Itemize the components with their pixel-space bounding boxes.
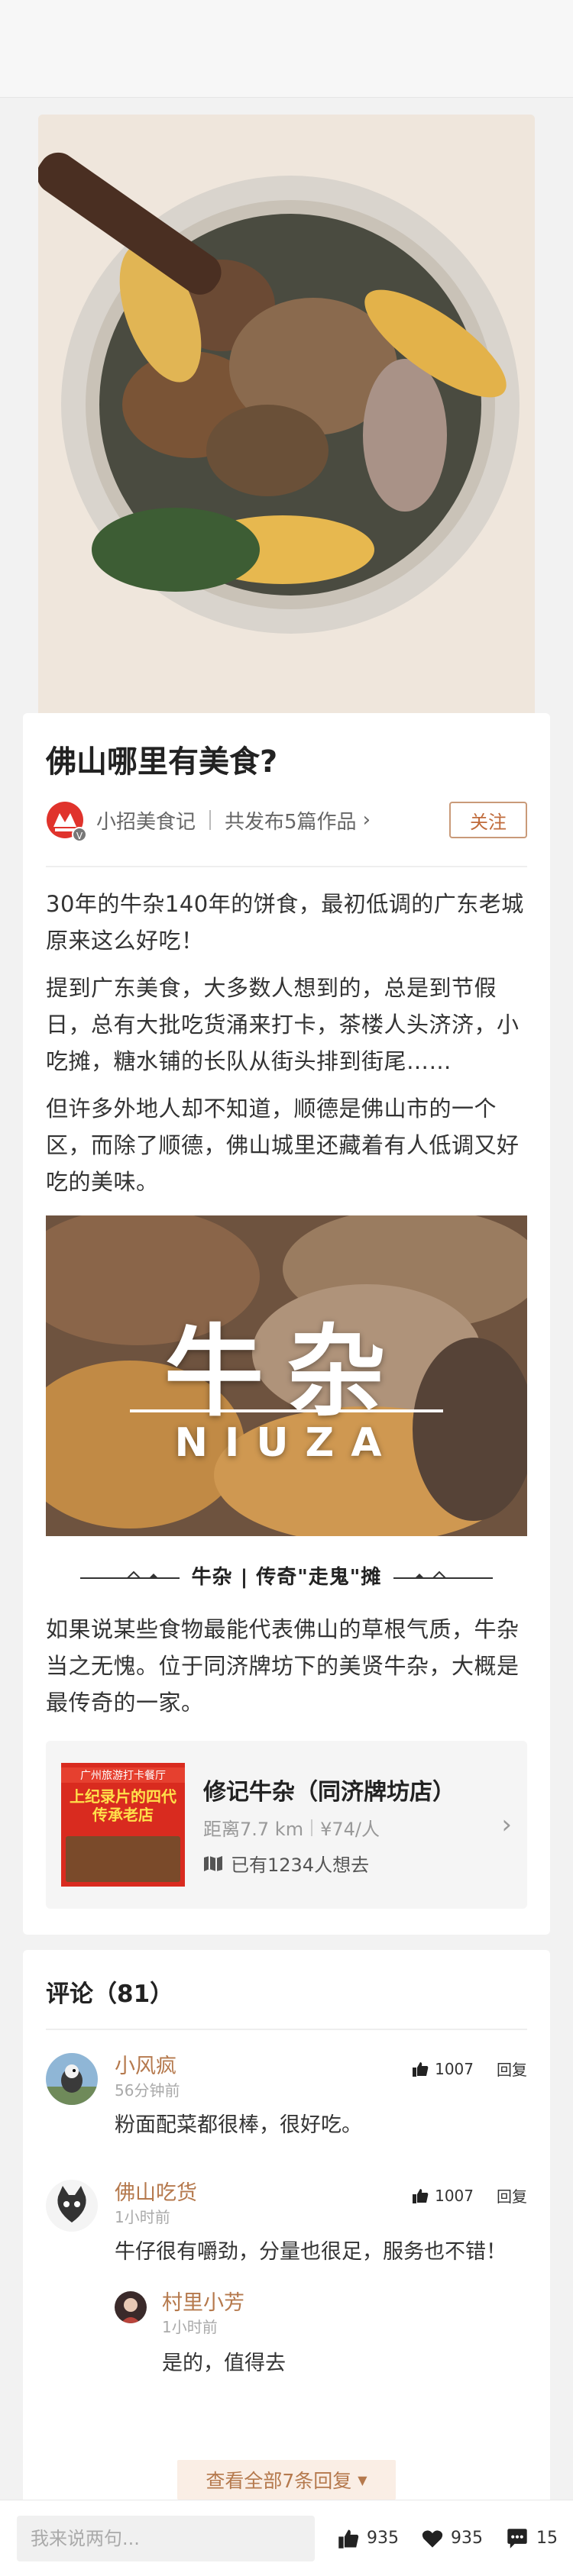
like-count: 1007 — [435, 2059, 474, 2078]
restaurant-info: 修记牛杂（同济牌坊店） 距离7.7 km ¥74/人 已有1234人想去 — [203, 1773, 494, 1877]
avatar[interactable] — [46, 2180, 98, 2232]
restaurant-thumbnail-photo — [66, 1836, 180, 1882]
cat-avatar-icon — [46, 2180, 98, 2232]
author-name[interactable]: 小招美食记 — [96, 806, 196, 834]
heart-icon — [422, 2529, 443, 2548]
reply-button[interactable]: 回复 — [497, 2184, 527, 2206]
niuza-underline — [130, 1409, 443, 1412]
avatar[interactable] — [46, 2053, 98, 2105]
view-all-replies-button[interactable]: 查看全部7条回复 ▼ — [177, 2460, 396, 2500]
restaurant-thumbnail: 广州旅游打卡餐厅 上纪录片的四代传承老店 — [61, 1763, 185, 1887]
author-divider — [209, 810, 212, 830]
bottom-action-bar: 935 935 15 — [0, 2500, 573, 2576]
avatar[interactable] — [115, 2291, 147, 2323]
author-avatar[interactable]: V — [46, 801, 87, 842]
chevron-right-icon: › — [362, 809, 371, 831]
caret-down-icon: ▼ — [358, 2472, 367, 2487]
niuza-image: 牛杂 NIUZA — [46, 1215, 527, 1536]
author-row[interactable]: V 小招美食记 共发布5篇作品 › 关注 — [46, 800, 527, 842]
reply-time: 1小时前 — [162, 2318, 218, 2336]
author-works-label: 共发布5篇作品 — [225, 810, 357, 834]
hero-image — [38, 115, 535, 725]
article-paragraph: 如果说某些食物最能代表佛山的草根气质，牛杂当之无愧。位于同济牌坊下的美贤牛杂，大… — [46, 1616, 520, 1716]
comment-bubble-icon — [507, 2528, 527, 2549]
article-paragraph: 但许多外地人却不知道，顺德是佛山市的一个区，而除了顺德，佛山城里还藏着有人低调又… — [46, 1096, 520, 1195]
article-card: 佛山哪里有美食? V 小招美食记 共发布5篇作品 › 关注 30年的牛杂140年… — [23, 713, 550, 1935]
comment-time: 56分钟前 — [115, 2081, 180, 2100]
bird-avatar-icon — [46, 2053, 98, 2105]
like-action-count: 935 — [367, 2529, 399, 2548]
favorite-action[interactable]: 935 — [422, 2529, 483, 2549]
chevron-right-icon[interactable]: › — [501, 1809, 512, 1840]
restaurant-price: ¥74/人 — [320, 1819, 380, 1840]
article-paragraph: 提到广东美食，大多数人想到的，总是到节假日，总有大批吃货涌来打卡，茶楼人头济济，… — [46, 975, 520, 1074]
soup-bowl-illustration — [38, 115, 535, 725]
restaurant-want-count: 已有1234人想去 — [203, 1850, 494, 1877]
follow-button[interactable]: 关注 — [449, 802, 527, 838]
like-button[interactable]: 1007 — [412, 2060, 474, 2078]
view-all-replies-label: 查看全部7条回复 — [206, 2470, 352, 2492]
thumbs-up-icon — [338, 2529, 359, 2549]
comment-action-count: 15 — [536, 2529, 558, 2548]
section-caption: 牛杂 | 传奇"走鬼"摊 — [191, 1565, 382, 1589]
comment-action[interactable]: 15 — [506, 2528, 558, 2549]
comments-title: 评论（81） — [46, 1980, 174, 2008]
comment-actions: 1007 回复 — [412, 2058, 527, 2080]
restaurant-name: 修记牛杂（同济牌坊店） — [203, 1779, 455, 1806]
comments-card: 评论（81） 小风疯 56分钟前 粉面配菜都很棒，很好吃。 1007 回复 佛山… — [23, 1950, 550, 2507]
section-heading: 牛杂 | 传奇"走鬼"摊 — [46, 1556, 527, 1594]
comment-text: 牛仔很有嚼劲，分量也很足，服务也不错！ — [115, 2240, 507, 2264]
thumbs-up-icon — [413, 2188, 429, 2203]
restaurant-card[interactable]: 广州旅游打卡餐厅 上纪录片的四代传承老店 修记牛杂（同济牌坊店） 距离7.7 k… — [46, 1741, 527, 1909]
divider — [46, 866, 527, 867]
reply-button[interactable]: 回复 — [497, 2058, 527, 2080]
divider — [46, 2029, 527, 2030]
like-button[interactable]: 1007 — [412, 2187, 474, 2205]
comment-time: 1小时前 — [115, 2208, 170, 2226]
like-action[interactable]: 935 — [338, 2528, 399, 2549]
restaurant-meta: 距离7.7 km ¥74/人 — [203, 1814, 494, 1841]
reply-item: 村里小芳 1小时前 是的，值得去 — [115, 2290, 527, 2378]
user-avatar-icon — [115, 2291, 147, 2323]
restaurant-distance: 距离7.7 km — [203, 1819, 304, 1840]
like-count: 1007 — [435, 2186, 474, 2205]
verified-badge-icon: V — [72, 827, 87, 842]
heading-ornament-right-icon — [393, 1570, 494, 1579]
niuza-subtitle: NIUZA — [174, 1420, 399, 1466]
map-icon — [204, 1855, 222, 1871]
thumbs-up-icon — [413, 2061, 429, 2077]
comment-item: 小风疯 56分钟前 粉面配菜都很棒，很好吃。 1007 回复 — [46, 2053, 527, 2140]
reply-author[interactable]: 村里小芳 — [162, 2290, 527, 2317]
comment-input[interactable] — [17, 2515, 315, 2561]
comment-item: 佛山吃货 1小时前 牛仔很有嚼劲，分量也很足，服务也不错！ 1007 回复 村里… — [46, 2180, 527, 2378]
status-bar — [0, 0, 573, 98]
comment-text: 粉面配菜都很棒，很好吃。 — [115, 2113, 362, 2137]
reply-text: 是的，值得去 — [162, 2352, 286, 2375]
restaurant-want-label: 已有1234人想去 — [231, 1855, 370, 1876]
comment-actions: 1007 回复 — [412, 2184, 527, 2206]
meta-divider — [311, 1819, 313, 1836]
restaurant-thumbnail-banner: 上纪录片的四代传承老店 — [70, 1787, 176, 1824]
favorite-action-count: 935 — [451, 2529, 483, 2548]
niuza-title: 牛杂 — [163, 1313, 409, 1430]
article-paragraph: 30年的牛杂140年的饼食，最初低调的广东老城原来这么好吃！ — [46, 891, 524, 954]
author-works-link[interactable]: 共发布5篇作品 › — [225, 806, 371, 834]
article-title: 佛山哪里有美食? — [46, 744, 278, 780]
heading-ornament-left-icon — [79, 1570, 180, 1579]
restaurant-thumbnail-tag: 广州旅游打卡餐厅 — [61, 1767, 185, 1783]
